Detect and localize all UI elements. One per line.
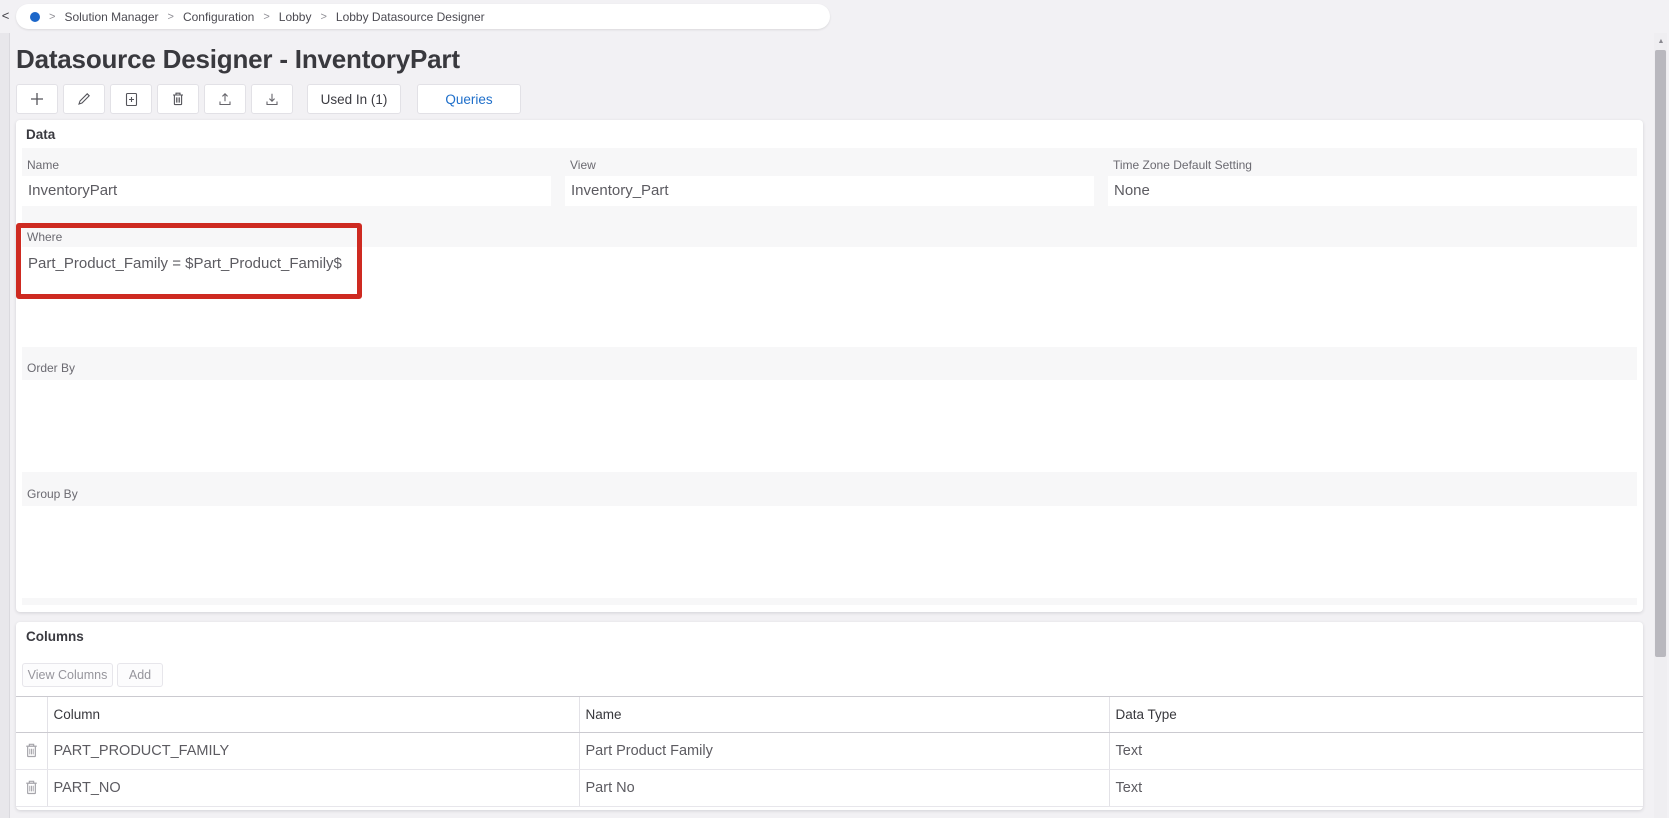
trash-column-header — [16, 696, 47, 733]
cell-delete — [16, 769, 47, 807]
add-button[interactable] — [16, 84, 58, 114]
copy-button[interactable] — [110, 84, 152, 114]
cell-name: Part Product Family — [578, 732, 1109, 770]
view-field-group: View Inventory_Part — [565, 148, 1094, 206]
order-by-textarea[interactable] — [22, 380, 1637, 472]
view-columns-button[interactable]: View Columns — [22, 663, 113, 687]
delete-row-button[interactable] — [25, 741, 38, 761]
cell-name: Part No — [578, 769, 1109, 807]
group-by-label: Group By — [27, 487, 78, 501]
delete-row-button[interactable] — [25, 778, 38, 798]
breadcrumb-item-lobby[interactable]: Lobby — [279, 10, 312, 24]
data-section: Data Name InventoryPart View Inventory_P… — [16, 120, 1643, 612]
cell-column: PART_PRODUCT_FAMILY — [46, 732, 579, 770]
column-header-name: Name — [578, 696, 1109, 733]
delete-button[interactable] — [157, 84, 199, 114]
table-row: PART_NO Part No Text — [16, 769, 1643, 807]
breadcrumb-separator: > — [167, 10, 174, 23]
time-zone-field-label: Time Zone Default Setting — [1113, 158, 1252, 172]
collapse-chevron-icon[interactable]: < — [0, 7, 11, 25]
view-field-label: View — [570, 158, 596, 172]
time-zone-field-group: Time Zone Default Setting None — [1108, 148, 1637, 206]
data-fields-panel: Name InventoryPart View Inventory_Part T… — [22, 148, 1637, 605]
field-row: Name InventoryPart View Inventory_Part T… — [22, 148, 1637, 206]
breadcrumb-item-lobby-datasource-designer: Lobby Datasource Designer — [335, 9, 485, 24]
columns-section-title: Columns — [26, 629, 84, 644]
order-by-label: Order By — [27, 361, 76, 375]
cell-data-type: Text — [1108, 769, 1643, 807]
scroll-up-arrow-icon[interactable]: ▲ — [1655, 36, 1667, 48]
trash-icon — [25, 780, 37, 794]
breadcrumb-item-configuration[interactable]: Configuration — [183, 10, 254, 24]
cell-delete — [16, 732, 47, 770]
copy-document-icon — [125, 92, 137, 106]
scrollbar-thumb[interactable] — [1655, 50, 1666, 657]
plus-icon — [31, 93, 43, 105]
columns-table: Column Name Data Type PART_PRODUCT_FAMIL… — [16, 696, 1643, 807]
data-section-title: Data — [26, 127, 56, 142]
add-column-button[interactable]: Add — [117, 663, 163, 687]
download-button[interactable] — [251, 84, 293, 114]
upload-button[interactable] — [204, 84, 246, 114]
name-field-group: Name InventoryPart — [22, 148, 551, 206]
used-in-button[interactable]: Used In (1) — [307, 84, 401, 114]
breadcrumb-separator: > — [263, 10, 270, 23]
cell-column: PART_NO — [46, 769, 579, 807]
upload-icon — [219, 93, 231, 106]
collapsed-nav-strip — [0, 33, 10, 818]
group-by-textarea[interactable] — [22, 506, 1637, 598]
name-field[interactable]: InventoryPart — [22, 176, 551, 206]
name-field-label: Name — [27, 158, 60, 172]
column-header-column: Column — [46, 696, 579, 733]
breadcrumb-separator: > — [320, 10, 327, 23]
trash-icon — [25, 743, 37, 757]
highlight-rectangle — [16, 223, 362, 299]
table-header-row: Column Name Data Type — [16, 696, 1643, 733]
cell-data-type: Text — [1108, 732, 1643, 770]
page-title: Datasource Designer - InventoryPart — [16, 44, 460, 74]
columns-section: Columns View Columns Add Column Name Dat… — [16, 622, 1643, 810]
pencil-icon — [78, 93, 90, 105]
table-row: PART_PRODUCT_FAMILY Part Product Family … — [16, 732, 1643, 770]
breadcrumb-separator: > — [49, 10, 56, 23]
view-field[interactable]: Inventory_Part — [565, 176, 1094, 206]
toolbar: Used In (1) Queries — [16, 84, 521, 114]
breadcrumb: > Solution Manager > Configuration > Lob… — [16, 4, 830, 29]
trash-icon — [173, 92, 183, 106]
time-zone-field[interactable]: None — [1108, 176, 1637, 206]
breadcrumb-item-solution-manager[interactable]: Solution Manager — [64, 10, 158, 24]
column-header-data-type: Data Type — [1108, 696, 1643, 733]
edit-button[interactable] — [63, 84, 105, 114]
queries-button[interactable]: Queries — [417, 84, 521, 114]
download-icon — [266, 93, 278, 106]
app-dot-icon — [30, 11, 40, 22]
